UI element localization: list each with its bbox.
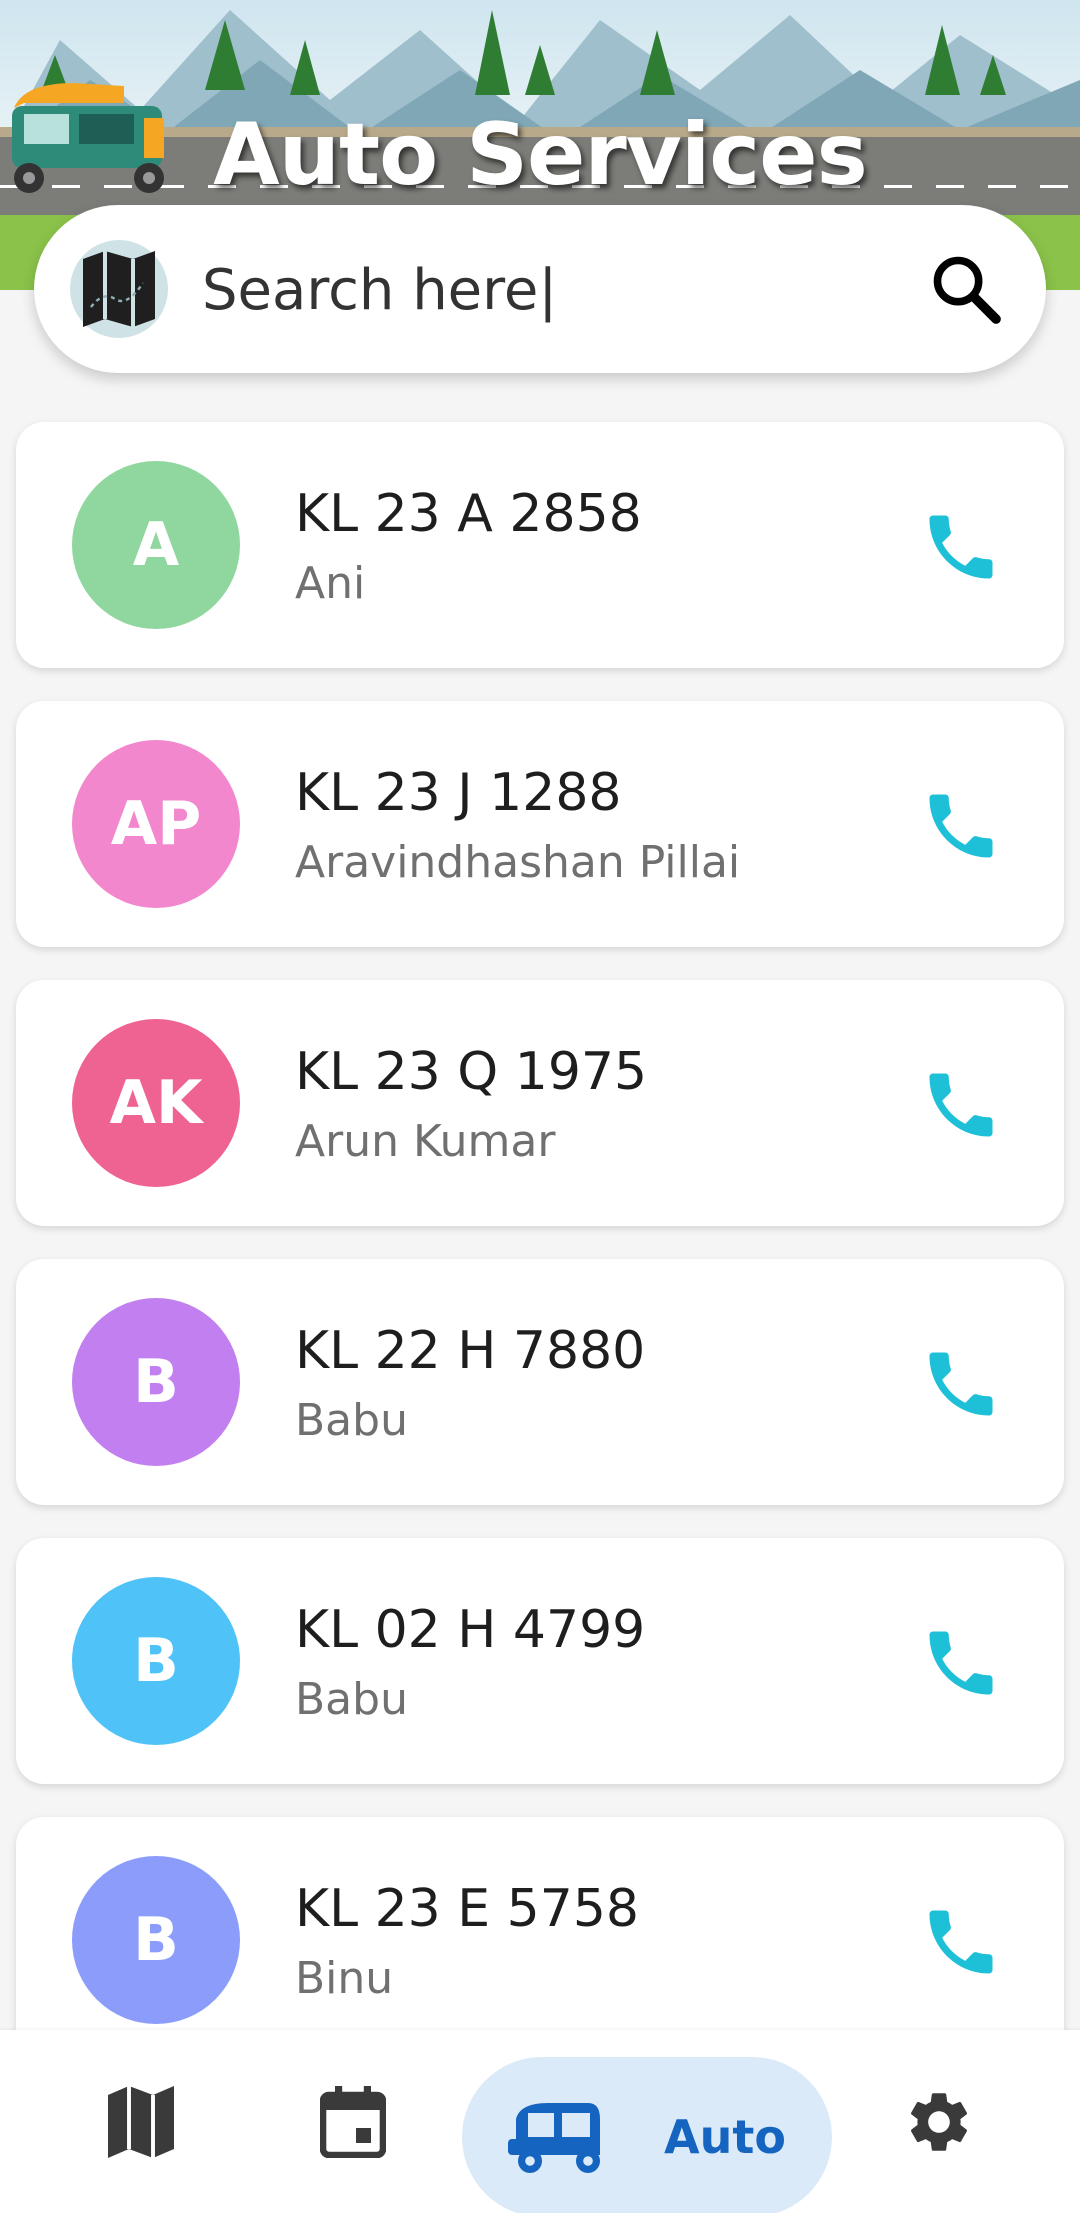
phone-icon: [929, 1631, 993, 1695]
search-button[interactable]: [926, 249, 1006, 329]
driver-card[interactable]: AP KL 23 J 1288 Aravindhashan Pillai: [16, 701, 1064, 947]
vehicle-plate: KL 02 H 4799: [295, 1600, 646, 1660]
avatar: A: [72, 461, 240, 629]
calendar-icon: [320, 2086, 386, 2158]
phone-icon: [929, 1910, 993, 1974]
nav-auto[interactable]: Auto: [462, 2057, 832, 2213]
avatar: AK: [72, 1019, 240, 1187]
call-button[interactable]: [916, 502, 1006, 592]
nav-calendar[interactable]: [313, 2082, 393, 2162]
vehicle-plate: KL 23 A 2858: [295, 484, 642, 544]
avatar: AP: [72, 740, 240, 908]
vehicle-plate: KL 23 E 5758: [295, 1879, 640, 1939]
search-input[interactable]: [202, 245, 902, 335]
vehicle-plate: KL 22 H 7880: [295, 1321, 646, 1381]
driver-card[interactable]: AK KL 23 Q 1975 Arun Kumar: [16, 980, 1064, 1226]
driver-card[interactable]: B KL 22 H 7880 Babu: [16, 1259, 1064, 1505]
vehicle-plate: KL 23 Q 1975: [295, 1042, 648, 1102]
phone-icon: [929, 1073, 993, 1137]
driver-name: Arun Kumar: [295, 1116, 556, 1167]
search-bar: [34, 205, 1046, 373]
phone-icon: [929, 515, 993, 579]
app-title: Auto Services: [213, 105, 868, 205]
call-button[interactable]: [916, 781, 1006, 871]
driver-name: Babu: [295, 1674, 408, 1725]
driver-card[interactable]: B KL 02 H 4799 Babu: [16, 1538, 1064, 1784]
phone-icon: [929, 1352, 993, 1416]
bottom-navigation: Auto: [0, 2030, 1080, 2213]
call-button[interactable]: [916, 1618, 1006, 1708]
nav-map[interactable]: [101, 2082, 181, 2162]
vehicle-plate: KL 23 J 1288: [295, 763, 622, 823]
call-button[interactable]: [916, 1060, 1006, 1150]
avatar: B: [72, 1856, 240, 2024]
driver-name: Aravindhashan Pillai: [295, 837, 741, 888]
nav-settings[interactable]: [899, 2082, 979, 2162]
map-icon: [108, 2086, 174, 2158]
call-button[interactable]: [916, 1339, 1006, 1429]
call-button[interactable]: [916, 1897, 1006, 1987]
driver-list: A KL 23 A 2858 Ani AP KL 23 J 1288 Aravi…: [16, 422, 1064, 2096]
search-icon: [933, 256, 1001, 324]
phone-icon: [929, 794, 993, 858]
auto-rickshaw-icon: [508, 2103, 601, 2173]
map-icon: [83, 251, 155, 327]
driver-card[interactable]: A KL 23 A 2858 Ani: [16, 422, 1064, 668]
avatar: B: [72, 1577, 240, 1745]
avatar: B: [72, 1298, 240, 1466]
nav-auto-label: Auto: [664, 2110, 786, 2164]
gear-icon: [910, 2093, 968, 2151]
driver-name: Binu: [295, 1953, 394, 2004]
driver-name: Ani: [295, 558, 366, 609]
map-button[interactable]: [70, 240, 168, 338]
driver-card[interactable]: B KL 23 E 5758 Binu: [16, 1817, 1064, 2063]
driver-name: Babu: [295, 1395, 408, 1446]
